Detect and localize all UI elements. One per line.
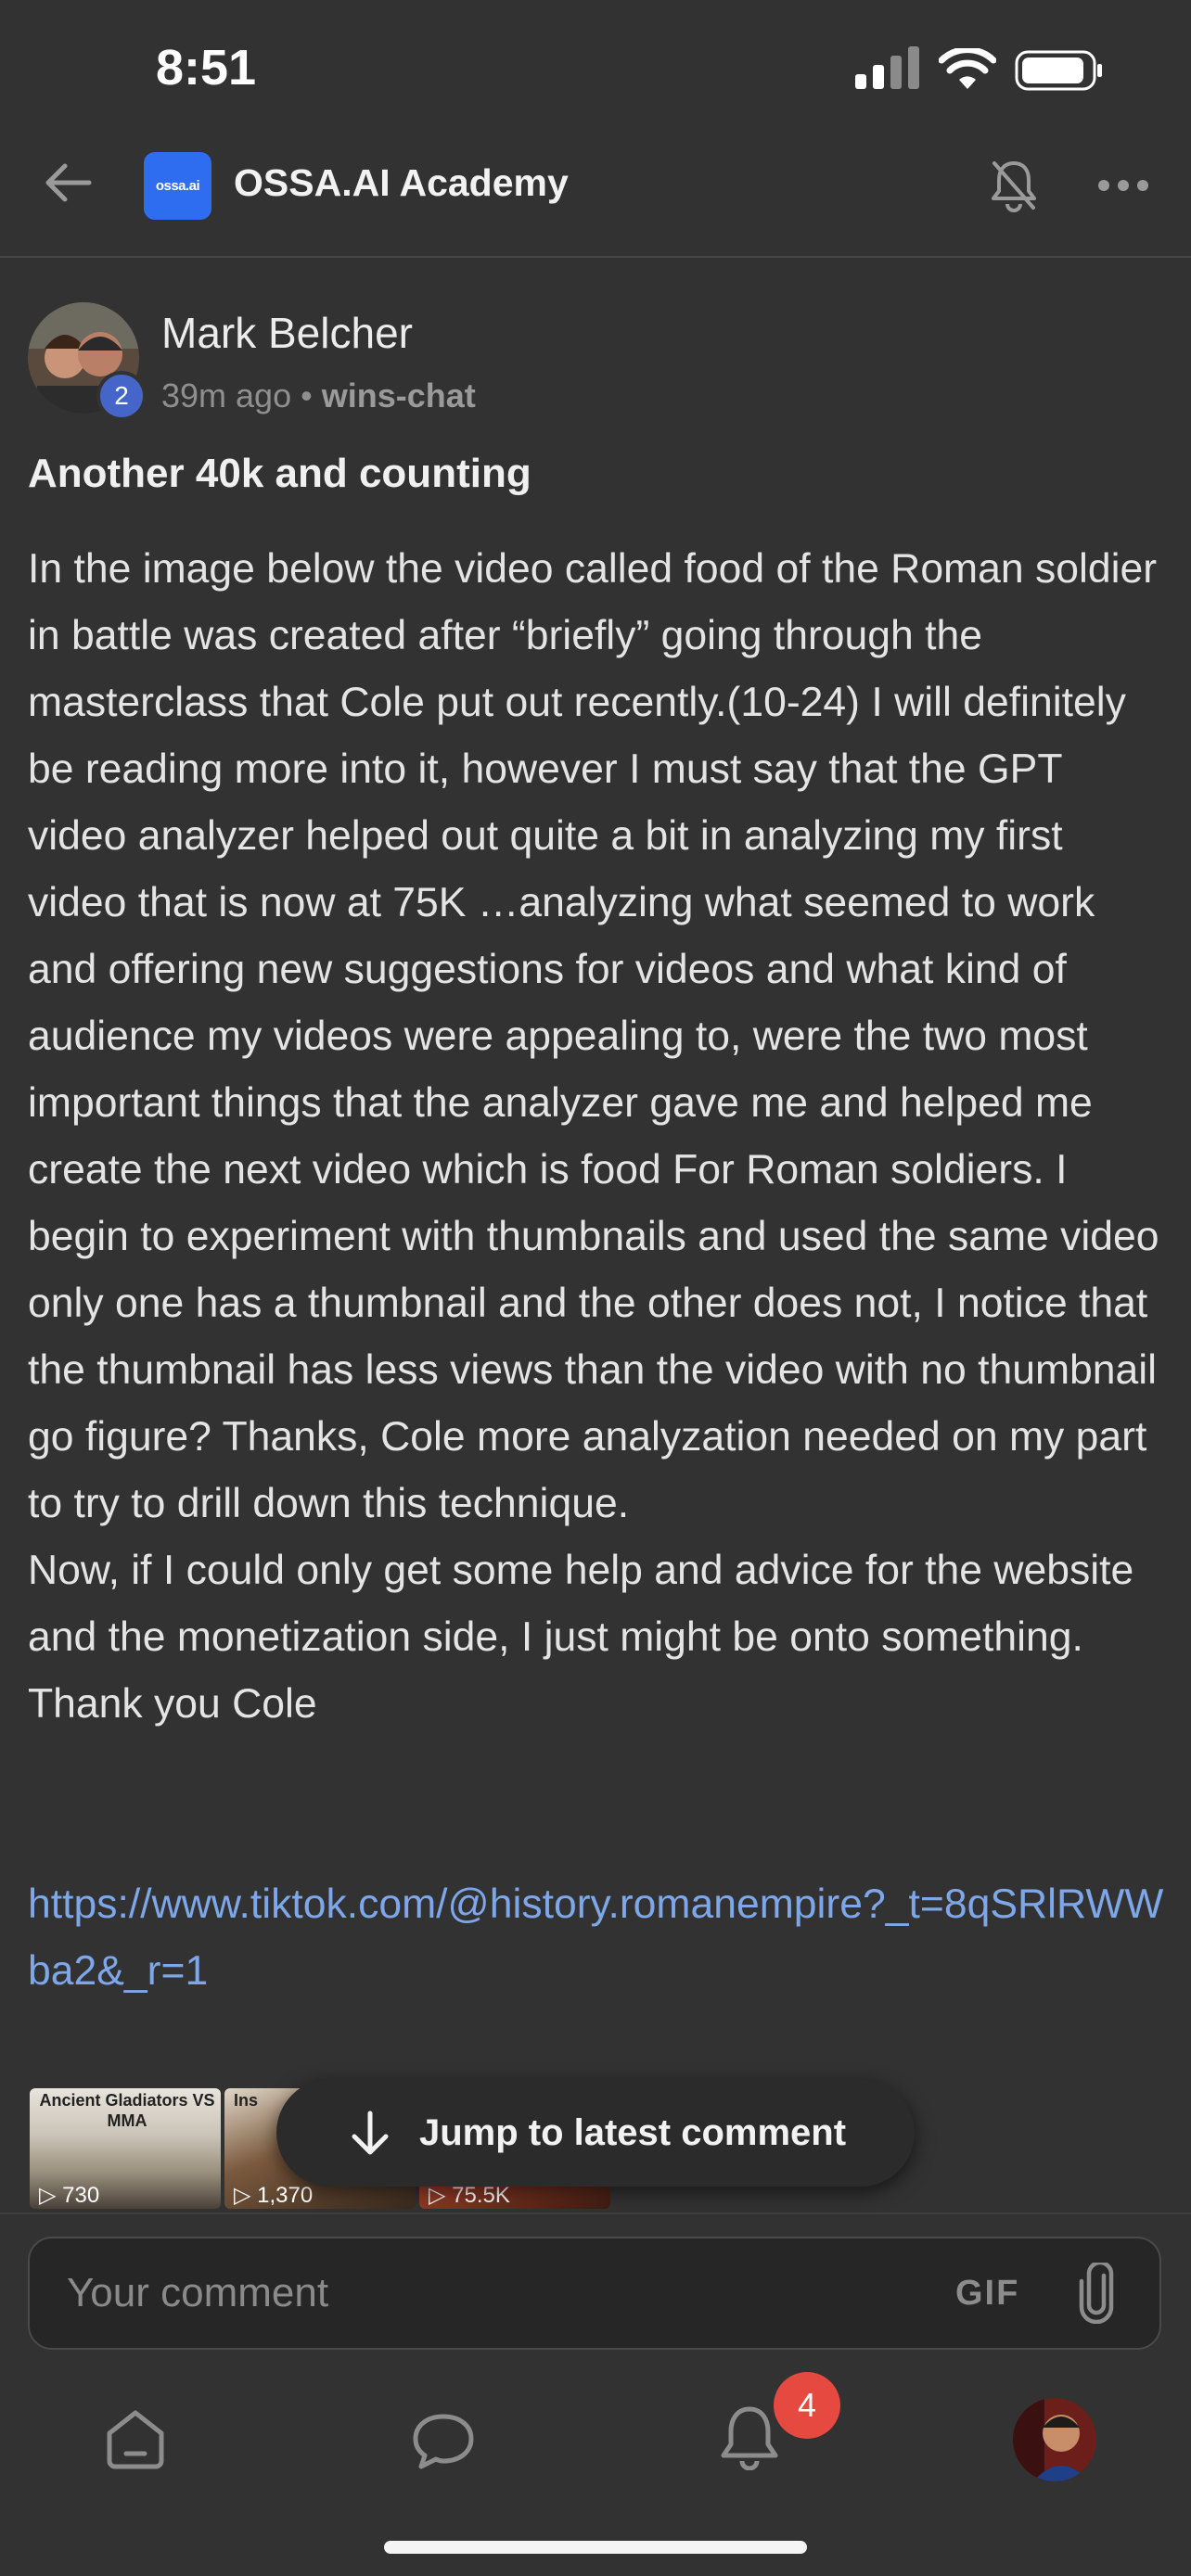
profile-avatar[interactable]: [1013, 2398, 1096, 2481]
cellular-signal-icon: [855, 46, 919, 89]
jump-to-latest-button[interactable]: Jump to latest comment: [276, 2079, 915, 2187]
level-badge: 2: [96, 371, 147, 421]
status-time: 8:51: [156, 40, 257, 96]
paperclip-icon[interactable]: [1076, 2263, 1117, 2324]
meta-separator: •: [301, 376, 313, 414]
bell-icon[interactable]: [716, 2404, 783, 2470]
thumbnail-views: ▷ 730: [39, 2183, 100, 2208]
chat-icon[interactable]: [410, 2407, 477, 2474]
bell-off-icon[interactable]: [989, 158, 1039, 213]
post-time: 39m ago: [161, 376, 292, 414]
post-title: Another 40k and counting: [28, 451, 531, 496]
wifi-icon: [939, 48, 996, 89]
video-thumbnail: Ancient Gladiators VS MMA ▷ 730: [30, 2088, 221, 2209]
arrow-down-icon: [352, 2111, 389, 2155]
header-divider: [0, 256, 1191, 258]
home-icon[interactable]: [102, 2405, 169, 2472]
back-arrow-icon[interactable]: [43, 158, 93, 208]
group-logo[interactable]: ossa.ai: [144, 152, 211, 220]
author-name[interactable]: Mark Belcher: [161, 308, 413, 358]
post-link[interactable]: https://www.tiktok.com/@history.romanemp…: [28, 1871, 1169, 2005]
post-meta: 39m ago • wins-chat: [161, 376, 476, 415]
notification-badge: 4: [774, 2372, 840, 2439]
battery-icon: [1015, 50, 1102, 91]
thumbnail-caption: Ancient Gladiators VS MMA: [39, 2091, 215, 2130]
thumbnail-views: ▷ 1,370: [234, 2183, 314, 2208]
post-body: In the image below the video called food…: [28, 546, 1159, 1727]
home-indicator: [384, 2541, 807, 2554]
channel-name[interactable]: wins-chat: [322, 376, 476, 414]
jump-button-label: Jump to latest comment: [418, 2111, 847, 2153]
comment-placeholder[interactable]: Your comment: [67, 2270, 328, 2316]
gif-button[interactable]: GIF: [955, 2274, 1019, 2314]
group-title[interactable]: OSSA.AI Academy: [234, 161, 569, 205]
more-icon[interactable]: [1096, 174, 1150, 197]
